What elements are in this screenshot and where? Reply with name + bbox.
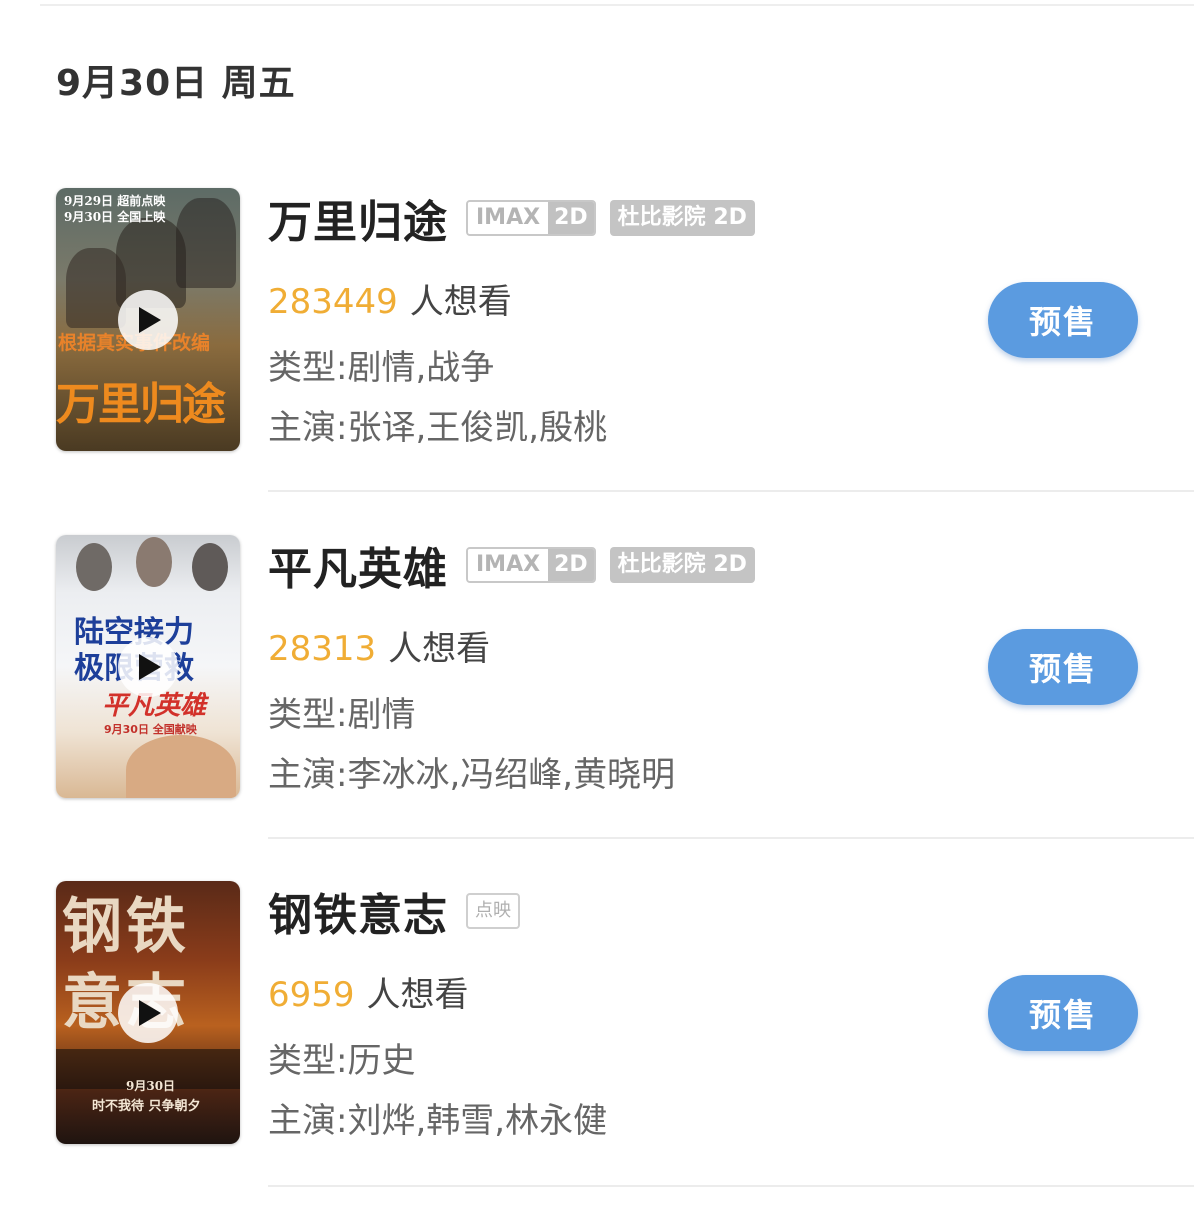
- want-count: 283449: [268, 282, 398, 322]
- genre-text: 类型:历史: [268, 1041, 416, 1081]
- play-icon: [139, 654, 161, 680]
- title-row: 钢铁意志 点映: [268, 883, 520, 941]
- poster-release-line-1: 9月29日 超前点映: [64, 194, 166, 208]
- title-row: 平凡英雄 IMAX 2D 杜比影院 2D: [268, 537, 755, 595]
- want-to-see-row: 283449 人想看: [268, 274, 512, 323]
- want-count: 28313: [268, 629, 377, 669]
- poster-release-line-2: 9月30日 全国上映: [64, 210, 166, 224]
- movie-title: 钢铁意志: [268, 890, 448, 941]
- top-divider: [40, 4, 1194, 6]
- poster-date: 9月30日: [126, 1079, 176, 1093]
- cast-text: 主演:李冰冰,冯绍峰,黄晓明: [268, 755, 676, 795]
- cast-text: 主演:刘烨,韩雪,林永健: [268, 1101, 608, 1141]
- presale-button[interactable]: 预售: [988, 629, 1138, 705]
- presale-button[interactable]: 预售: [988, 282, 1138, 358]
- play-trailer-button[interactable]: [118, 983, 178, 1043]
- movie-title: 万里归途: [268, 197, 448, 248]
- item-divider: [268, 490, 1194, 492]
- want-suffix: 人想看: [409, 282, 512, 322]
- play-icon: [139, 307, 161, 333]
- poster-big-title: 万里归途: [56, 379, 226, 430]
- play-trailer-button[interactable]: [118, 637, 178, 697]
- imax-2d-tag: IMAX 2D: [466, 547, 596, 583]
- movie-title: 平凡英雄: [268, 544, 448, 595]
- movie-item[interactable]: 9月29日 超前点映 9月30日 全国上映 根据真实事件改编 万里归途 万里归途…: [0, 188, 1194, 535]
- imax-format-label: 2D: [548, 202, 594, 234]
- dolby-tag: 杜比影院 2D: [609, 547, 755, 583]
- preview-screening-tag: 点映: [466, 893, 520, 929]
- want-suffix: 人想看: [366, 975, 469, 1015]
- item-divider: [268, 1185, 1194, 1187]
- date-header: 9月30日 周五: [56, 63, 296, 104]
- title-row: 万里归途 IMAX 2D 杜比影院 2D: [268, 190, 755, 248]
- movie-item[interactable]: 陆空接力 极限营救 平凡英雄 9月30日 全国献映 平凡英雄 IMAX 2D 杜…: [0, 535, 1194, 882]
- imax-label: IMAX: [468, 549, 549, 581]
- dolby-tag: 杜比影院 2D: [609, 200, 755, 236]
- cast-text: 主演:张译,王俊凯,殷桃: [268, 408, 608, 448]
- want-to-see-row: 28313 人想看: [268, 621, 490, 670]
- presale-button[interactable]: 预售: [988, 975, 1138, 1051]
- movie-poster[interactable]: 钢铁意志 9月30日 时不我待 只争朝夕: [56, 881, 240, 1144]
- imax-2d-tag: IMAX 2D: [466, 200, 596, 236]
- item-divider: [268, 837, 1194, 839]
- movie-poster[interactable]: 陆空接力 极限营救 平凡英雄 9月30日 全国献映: [56, 535, 240, 798]
- genre-text: 类型:剧情,战争: [268, 348, 495, 388]
- want-suffix: 人想看: [388, 629, 491, 669]
- play-icon: [139, 1000, 161, 1026]
- imax-format-label: 2D: [548, 549, 594, 581]
- movie-poster[interactable]: 9月29日 超前点映 9月30日 全国上映 根据真实事件改编 万里归途: [56, 188, 240, 451]
- movie-item[interactable]: 钢铁意志 9月30日 时不我待 只争朝夕 钢铁意志 点映 6959 人想看 类型:…: [0, 881, 1194, 1228]
- poster-slogan: 时不我待 只争朝夕: [92, 1099, 201, 1114]
- genre-text: 类型:剧情: [268, 695, 416, 735]
- want-to-see-row: 6959 人想看: [268, 967, 469, 1016]
- want-count: 6959: [268, 975, 355, 1015]
- play-trailer-button[interactable]: [118, 290, 178, 350]
- imax-label: IMAX: [468, 202, 549, 234]
